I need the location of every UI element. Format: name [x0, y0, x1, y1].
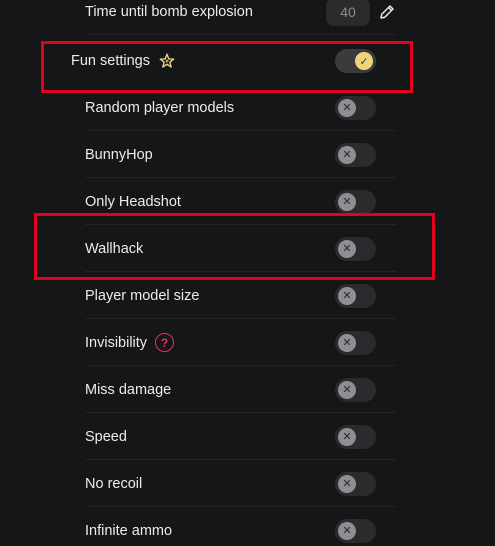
setting-label: Infinite ammo [85, 522, 173, 539]
setting-row-no-recoil: No recoil ✕ [85, 461, 396, 507]
close-x-icon: ✕ [338, 286, 356, 305]
setting-label-group: No recoil [85, 476, 142, 492]
setting-label: Miss damage [85, 381, 172, 398]
toggle-invisibility[interactable]: ✕ [335, 330, 376, 355]
setting-label: Speed [85, 428, 127, 445]
toggle-wallhack[interactable]: ✕ [335, 236, 376, 261]
setting-label-group: Only Headshot [85, 194, 181, 210]
setting-label-group: Miss damage [85, 382, 171, 398]
setting-row-fun-settings: Fun settings ✓ [71, 38, 376, 84]
toggle-infinite-ammo[interactable]: ✕ [335, 518, 376, 543]
setting-row-player-model-size: Player model size ✕ [85, 273, 396, 319]
setting-row-bunnyhop: BunnyHop ✕ [85, 132, 396, 178]
setting-label: Random player models [85, 99, 235, 116]
toggle-bunnyhop[interactable]: ✕ [335, 142, 376, 167]
setting-label-group: Wallhack [85, 241, 143, 257]
pencil-icon[interactable] [378, 3, 396, 21]
toggle-random-player-models[interactable]: ✕ [335, 95, 376, 120]
setting-label: Invisibility [85, 334, 148, 351]
setting-label: No recoil [85, 475, 143, 492]
setting-label-group: Infinite ammo [85, 523, 172, 539]
close-x-icon: ✕ [338, 380, 356, 399]
close-x-icon: ✕ [338, 98, 356, 117]
setting-row-miss-damage: Miss damage ✕ [85, 367, 396, 413]
close-x-icon: ✕ [338, 145, 356, 164]
toggle-player-model-size[interactable]: ✕ [335, 283, 376, 308]
setting-row-random-player-models: Random player models ✕ [85, 85, 396, 131]
close-x-icon: ✕ [338, 427, 356, 446]
setting-label: Wallhack [85, 240, 144, 257]
sparkle-star-icon [159, 53, 175, 68]
setting-row-wallhack: Wallhack ✕ [85, 226, 396, 272]
bomb-timer-control: 40 [326, 0, 396, 26]
check-icon: ✓ [355, 52, 373, 70]
setting-label-bomb-timer: Time until bomb explosion [85, 3, 253, 20]
setting-label: BunnyHop [85, 146, 153, 163]
close-x-icon: ✕ [338, 474, 356, 493]
bomb-timer-value[interactable]: 40 [326, 0, 370, 26]
toggle-speed[interactable]: ✕ [335, 424, 376, 449]
setting-label-group: Random player models [85, 100, 234, 116]
setting-row-bomb-timer: Time until bomb explosion 40 [85, 0, 396, 35]
close-x-icon: ✕ [338, 521, 356, 540]
setting-label-group: BunnyHop [85, 147, 153, 163]
setting-row-invisibility: Invisibility? ✕ [85, 320, 396, 366]
setting-row-speed: Speed ✕ [85, 414, 396, 460]
fun-settings-toggle[interactable]: ✓ [335, 49, 376, 73]
setting-label: Player model size [85, 287, 200, 304]
toggle-no-recoil[interactable]: ✕ [335, 471, 376, 496]
close-x-icon: ✕ [338, 333, 356, 352]
setting-label: Only Headshot [85, 193, 181, 210]
fun-settings-label: Fun settings [71, 53, 150, 69]
toggle-miss-damage[interactable]: ✕ [335, 377, 376, 402]
setting-label-group: Speed [85, 429, 127, 445]
close-x-icon: ✕ [338, 239, 356, 258]
setting-label-group: Invisibility? [85, 333, 175, 352]
setting-label-group: Player model size [85, 288, 199, 304]
setting-row-infinite-ammo: Infinite ammo ✕ [85, 508, 396, 546]
help-question-icon[interactable]: ? [155, 333, 175, 352]
toggle-only-headshot[interactable]: ✕ [335, 189, 376, 214]
fun-settings-label-group: Fun settings [71, 52, 176, 70]
setting-row-only-headshot: Only Headshot ✕ [85, 179, 396, 225]
close-x-icon: ✕ [338, 192, 356, 211]
